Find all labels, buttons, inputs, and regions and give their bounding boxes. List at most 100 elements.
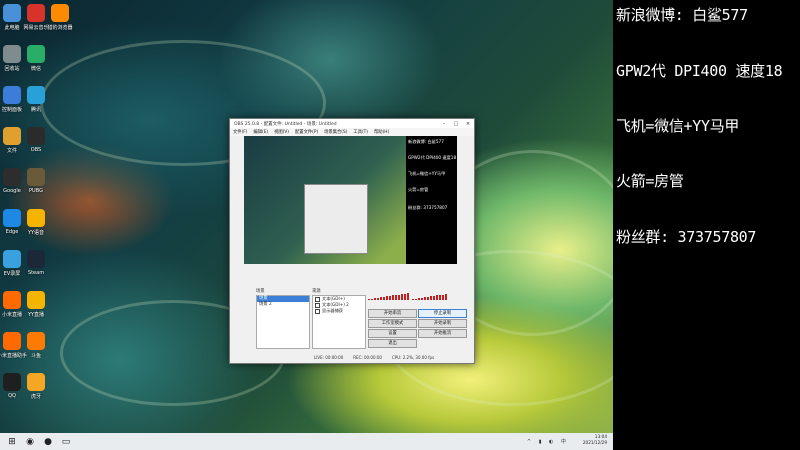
desktop-shortcut[interactable]: YY语音 [12,209,60,241]
window-title: OBS 25.0.8 - 配置文件: Untitled - 场景: Untitl… [234,121,337,127]
meter-bar [368,299,370,300]
audio-meter [412,293,447,300]
exit-button[interactable]: 退出 [368,339,417,348]
meter-bar [412,299,414,300]
controls-dock: 开始串流 停止录制 工作室模式 开始录制 设置 开始推流 退出 [368,309,472,349]
start-streaming-button[interactable]: 开始串流 [368,309,417,318]
desktop-shortcut[interactable]: OBS [12,127,60,159]
menu-item[interactable]: 编辑(E) [253,129,268,135]
desktop-shortcut-label: 猎豹浏览器 [47,25,73,31]
stream-info-panel: 新浪微博: 白鲨577 GPW2代 DPI400 速度18 飞机=微信+YY马甲… [613,0,800,450]
desktop-icon-column: 猎豹浏览器 [36,4,84,45]
game-icon [27,168,45,186]
mouse-line: GPW2代 DPI400 速度18 [616,62,783,80]
obs-icon[interactable]: ● [42,436,54,448]
meter-bar [445,294,447,300]
desktop-shortcut-label: YY语音 [27,230,45,236]
meter-bar [418,298,420,300]
desktop-shortcut-label: YY直播 [27,312,45,318]
start-push-button[interactable]: 开始推流 [418,329,467,338]
meter-bar [415,298,417,300]
meter-bar [383,296,385,300]
menu-item[interactable]: 文件(F) [233,129,247,135]
file-explorer-icon[interactable]: ▭ [60,436,72,448]
meter-bar [392,295,394,300]
stop-recording-button[interactable]: 停止录制 [418,309,467,318]
meter-bar [404,293,406,300]
preview-text-overlay: 新浪微博: 白鲨577 GPW2代 DPI400 速度18 飞机=微信+YY马甲 火箭… [406,136,457,264]
desktop-shortcut[interactable]: Steam [12,250,60,282]
rec-status: REC: 00:00:00 [353,355,382,360]
visibility-checkbox[interactable] [315,302,320,308]
visibility-checkbox[interactable] [315,308,320,314]
netease-music-icon[interactable]: ◉ [24,436,36,448]
scene-list[interactable]: 场景 场景 2 [256,295,310,349]
system-tray-icons[interactable]: ^ ▮ ◐ 中 [527,438,569,445]
obs-window[interactable]: OBS 25.0.8 - 配置文件: Untitled - 场景: Untitl… [229,118,475,364]
scene-item[interactable]: 场景 2 [257,302,309,308]
desktop-shortcut[interactable]: PUBG [12,168,60,200]
desktop-shortcut[interactable]: 猎豹浏览器 [36,4,84,36]
meter-bar [371,298,373,300]
desktop-shortcut-label: 虎牙 [30,394,41,400]
live-status: LIVE: 00:00:00 [314,355,344,360]
obs-menu-bar: 文件(F) 编辑(E) 视图(V) 配置文件(P) 场景集合(S) 工具(T) 帮助(H) [230,128,474,136]
menu-item[interactable]: 视图(V) [274,129,289,135]
cpu-status: CPU: 2.2%, 30.00 fps [391,355,435,360]
scenes-header: 场景 [256,289,265,294]
preview-canvas[interactable]: 新浪微博: 白鲨577 GPW2代 DPI400 速度18 飞机=微信+YY马甲 火箭… [244,136,457,264]
menu-item[interactable]: 配置文件(P) [295,129,318,135]
taskbar: ⊞ ◉ ● ▭ ^ ▮ ◐ 中 13:04 2021/12/29 [0,433,613,450]
nested-preview [304,184,368,254]
obs-docks: 场景 来源 场景 场景 2 文本(GDI+) 文本(GDI+) 2 显示器捕获 开始串… [250,287,477,357]
overlay-text-line: 新浪微博: 白鲨577 [408,139,444,144]
fan-group-line: 粉丝群: 373757807 [616,228,757,246]
menu-item[interactable]: 帮助(H) [374,129,389,135]
meter-bar [398,294,400,300]
meter-bar [433,295,435,300]
overlay-text-line: 火箭=房管 [408,187,429,192]
desktop-shortcut[interactable]: 腾讯 [12,86,60,118]
menu-item[interactable]: 场景集合(S) [324,129,347,135]
source-list[interactable]: 文本(GDI+) 文本(GDI+) 2 显示器捕获 [312,295,366,349]
meter-bar [439,294,441,300]
desktop-shortcut[interactable]: YY直播 [12,291,60,323]
taskbar-clock[interactable]: 13:04 2021/12/29 [583,434,607,445]
meter-bar [401,294,403,300]
obs-title-bar[interactable]: OBS 25.0.8 - 配置文件: Untitled - 场景: Untitl… [230,119,474,128]
desktop-shortcut[interactable]: 虎牙 [12,373,60,405]
source-item[interactable]: 显示器捕获 [313,308,365,314]
source-label: 显示器捕获 [322,308,343,313]
steam-icon [27,250,45,268]
wechat-icon [27,45,45,63]
maximize-icon[interactable]: □ [450,121,462,127]
meter-bar [377,297,379,300]
status-bar: LIVE: 00:00:00 REC: 00:00:00 CPU: 2.2%, … [244,354,471,361]
start-recording-button[interactable]: 开始录制 [418,319,467,328]
desktop-shortcut[interactable]: 微信 [12,45,60,77]
studio-mode-button[interactable]: 工作室模式 [368,319,417,328]
menu-item[interactable]: 工具(T) [353,129,368,135]
desktop-shortcut-label: 微信 [30,66,41,72]
meter-bar [424,297,426,300]
meter-bar [374,298,376,300]
audio-meter [368,293,409,300]
settings-button[interactable]: 设置 [368,329,417,338]
huya-icon [27,373,45,391]
meter-bar [389,295,391,300]
desktop-shortcut[interactable]: 斗鱼 [12,332,60,364]
windows-start-icon[interactable]: ⊞ [6,436,18,448]
weibo-line: 新浪微博: 白鲨577 [616,6,748,24]
minimize-icon[interactable]: – [438,121,450,127]
meter-bar [442,294,444,300]
close-icon[interactable]: × [462,121,474,127]
visibility-checkbox[interactable] [315,296,320,302]
desktop-icon-column: 网易云音乐 微信 腾讯 OBS PUBG YY语音 Steam YY直播 斗鱼 虎牙 [12,4,60,414]
desktop: 此电脑回收站控制面板文件GoogleEdgeEV录屏小米直播小米直播助手QQ 网… [0,0,613,433]
yy-icon [27,209,45,227]
meter-bar [421,297,423,300]
overlay-text-line: GPW2代 DPI400 速度18 [408,155,457,160]
meter-bar [436,295,438,300]
douyu-icon [27,332,45,350]
plane-gift-line: 飞机=微信+YY马甲 [616,117,740,135]
